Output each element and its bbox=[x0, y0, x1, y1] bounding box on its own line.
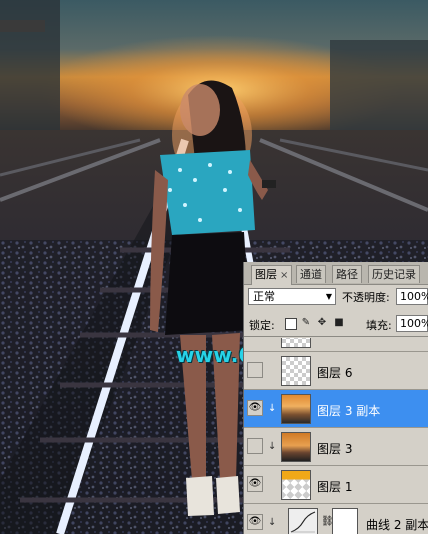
tab-layers[interactable]: 图层 × bbox=[251, 265, 293, 285]
layer-list: 图层 6 👁 ↓ 图层 3 副本 ↓ 图层 3 👁 图层 1 👁 ↓ ⛓ 曲线 … bbox=[244, 338, 428, 534]
blend-row: 正常 ▼ 不透明度: 100% bbox=[244, 286, 428, 308]
tab-history-label: 历史记录 bbox=[372, 268, 416, 281]
layer-row[interactable]: 👁 图层 1 bbox=[244, 466, 428, 504]
curves-adjustment-icon bbox=[288, 508, 318, 534]
eye-icon[interactable]: 👁 bbox=[247, 514, 263, 530]
visibility-toggle[interactable] bbox=[247, 362, 263, 378]
eye-icon[interactable]: 👁 bbox=[247, 400, 263, 416]
tab-paths-label: 路径 bbox=[336, 268, 358, 281]
tab-paths[interactable]: 路径 bbox=[332, 265, 362, 283]
lock-all-icon[interactable]: ■ bbox=[334, 318, 344, 328]
layer-name: 图层 3 副本 bbox=[317, 404, 381, 418]
tab-channels-label: 通道 bbox=[300, 268, 322, 281]
clip-arrow-icon: ↓ bbox=[268, 403, 277, 414]
layer-row[interactable]: ↓ 图层 3 bbox=[244, 428, 428, 466]
tab-channels[interactable]: 通道 bbox=[296, 265, 326, 283]
fill-field[interactable]: 100% bbox=[396, 315, 428, 332]
lock-label: 锁定: bbox=[249, 319, 275, 332]
layer-name: 图层 6 bbox=[317, 366, 353, 380]
blend-mode-value: 正常 bbox=[253, 290, 275, 303]
clip-arrow-icon: ↓ bbox=[268, 517, 277, 528]
layer-row-selected[interactable]: 👁 ↓ 图层 3 副本 bbox=[244, 390, 428, 428]
layers-panel: 图层× 通道 路径 历史记录 正常 ▼ 不透明度: 100% 锁定: ✎ ✥ ■… bbox=[244, 262, 428, 534]
layer-row[interactable]: 图层 6 bbox=[244, 352, 428, 390]
tab-history[interactable]: 历史记录 bbox=[368, 265, 420, 283]
lock-transparent-icon[interactable] bbox=[285, 318, 297, 330]
layer-thumbnail bbox=[281, 356, 311, 386]
eye-icon[interactable]: 👁 bbox=[247, 476, 263, 492]
panel-tab-bar: 图层 × 通道 路径 历史记录 bbox=[244, 262, 428, 285]
layer-thumbnail bbox=[281, 338, 311, 348]
fill-label: 填充: bbox=[366, 319, 392, 332]
layer-mask-thumbnail bbox=[332, 508, 358, 534]
layer-row[interactable]: 👁 ↓ ⛓ 曲线 2 副本 bbox=[244, 504, 428, 534]
chevron-down-icon: ▼ bbox=[325, 292, 332, 301]
close-icon[interactable]: × bbox=[280, 270, 288, 281]
lock-brush-icon[interactable]: ✎ bbox=[301, 318, 311, 328]
visibility-toggle[interactable] bbox=[247, 438, 263, 454]
tab-layers-label: 图层 bbox=[255, 268, 277, 281]
opacity-label: 不透明度: bbox=[342, 291, 390, 304]
layer-name: 图层 3 bbox=[317, 442, 353, 456]
layer-row[interactable] bbox=[244, 338, 428, 352]
blend-mode-select[interactable]: 正常 ▼ bbox=[248, 288, 336, 305]
layer-name: 图层 1 bbox=[317, 480, 353, 494]
opacity-field[interactable]: 100% bbox=[396, 288, 428, 305]
lock-row: 锁定: ✎ ✥ ■ 填充: 100% bbox=[244, 312, 428, 337]
layer-name: 曲线 2 副本 bbox=[366, 518, 428, 532]
layer-thumbnail bbox=[281, 470, 311, 500]
clip-arrow-icon: ↓ bbox=[268, 441, 277, 452]
lock-move-icon[interactable]: ✥ bbox=[317, 318, 327, 328]
layer-thumbnail bbox=[281, 432, 311, 462]
layer-thumbnail bbox=[281, 394, 311, 424]
